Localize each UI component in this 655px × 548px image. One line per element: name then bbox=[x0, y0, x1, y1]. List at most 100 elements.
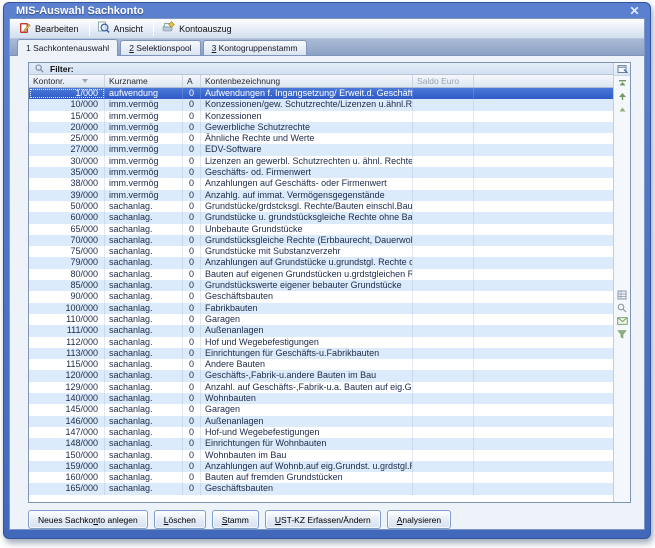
toolbar-button-bearbeiten[interactable]: Bearbeiten bbox=[14, 19, 86, 38]
footer-button-row: Neues Sachkonto anlegen Löschen Stamm US… bbox=[28, 510, 628, 529]
table-row[interactable]: 15/000imm.vermög0Konzessionen bbox=[29, 111, 613, 122]
cell-extra bbox=[474, 438, 613, 449]
cell-a: 0 bbox=[183, 370, 201, 381]
table-row[interactable]: 147/000sachanlag.0Hof-und Wegebefestigun… bbox=[29, 427, 613, 438]
table-row[interactable]: 39/000imm.vermög0Anzahlg. auf immat. Ver… bbox=[29, 190, 613, 201]
column-label: Kontenbezeichnung bbox=[205, 75, 280, 87]
table-row[interactable]: 113/000sachanlag.0Einrichtungen für Gesc… bbox=[29, 348, 613, 359]
cell-nr: 79/000 bbox=[29, 257, 105, 268]
master-data-button[interactable]: Stamm bbox=[212, 510, 259, 529]
mail-icon[interactable] bbox=[616, 315, 629, 326]
table-row[interactable]: 65/000sachanlag.0Unbebaute Grundstücke bbox=[29, 224, 613, 235]
new-account-button[interactable]: Neues Sachkonto anlegen bbox=[28, 510, 148, 529]
grid-icon[interactable] bbox=[616, 289, 629, 300]
column-header-kontonr[interactable]: Kontonr. bbox=[29, 75, 105, 87]
filter-icon[interactable] bbox=[616, 328, 629, 339]
table-row[interactable]: 129/000sachanlag.0Anzahl. auf Geschäfts-… bbox=[29, 382, 613, 393]
column-header-saldo-euro[interactable]: Saldo Euro bbox=[413, 75, 474, 87]
cell-nr: 10/000 bbox=[29, 99, 105, 110]
cell-saldo bbox=[413, 212, 474, 223]
cell-extra bbox=[474, 370, 613, 381]
vat-code-button[interactable]: UST-KZ Erfassen/Ändern bbox=[265, 510, 381, 529]
table-row[interactable]: 90/000sachanlag.0Geschäftsbauten bbox=[29, 291, 613, 302]
tab-label: Kontogruppenstamm bbox=[216, 43, 297, 53]
cell-kurzname: sachanlag. bbox=[105, 438, 183, 449]
table-row[interactable]: 35/000imm.vermög0Geschäfts- od. Firmenwe… bbox=[29, 167, 613, 178]
table-row[interactable]: 50/000sachanlag.0Grundstücke/grdstcksgl.… bbox=[29, 201, 613, 212]
close-icon[interactable] bbox=[627, 5, 641, 17]
column-label: Kontonr. bbox=[33, 75, 65, 87]
tab-selektionspool[interactable]: 2 Selektionspool bbox=[120, 40, 200, 55]
tab-kontogruppenstamm[interactable]: 3 Kontogruppenstamm bbox=[203, 40, 307, 55]
cell-a: 0 bbox=[183, 257, 201, 268]
table-row[interactable]: 27/000imm.vermög0EDV-Software bbox=[29, 144, 613, 155]
column-header-empty[interactable] bbox=[474, 75, 613, 87]
column-header-kurzname[interactable]: Kurzname bbox=[105, 75, 183, 87]
cell-a: 0 bbox=[183, 167, 201, 178]
cell-kurzname: sachanlag. bbox=[105, 370, 183, 381]
search-icon[interactable] bbox=[616, 302, 629, 313]
column-header-kontenbezeichnung[interactable]: Kontenbezeichnung bbox=[201, 75, 413, 87]
scrollbar-strip[interactable] bbox=[613, 63, 630, 502]
table-row[interactable]: 120/000sachanlag.0Geschäfts-,Fabrik-u.an… bbox=[29, 370, 613, 381]
cell-kurzname: imm.vermög bbox=[105, 111, 183, 122]
scroll-top-icon[interactable] bbox=[616, 78, 629, 89]
analyze-button[interactable]: Analysieren bbox=[387, 510, 451, 529]
cell-bezeichnung: Anzahlungen auf Geschäfts- oder Firmenwe… bbox=[201, 178, 413, 189]
table-row[interactable]: 150/000sachanlag.0Wohnbauten im Bau bbox=[29, 450, 613, 461]
cell-kurzname: sachanlag. bbox=[105, 212, 183, 223]
table-row[interactable]: 85/000sachanlag.0Grundstückswerte eigene… bbox=[29, 280, 613, 291]
scroll-up-icon[interactable] bbox=[616, 91, 629, 102]
table-row[interactable]: 140/000sachanlag.0Wohnbauten bbox=[29, 393, 613, 404]
table-row[interactable]: 80/000sachanlag.0Bauten auf eigenen Grun… bbox=[29, 269, 613, 280]
cell-extra bbox=[474, 382, 613, 393]
table-row[interactable]: 30/000imm.vermög0Lizenzen an gewerbl. Sc… bbox=[29, 156, 613, 167]
table-row[interactable]: 148/000sachanlag.0Einrichtungen für Wohn… bbox=[29, 438, 613, 449]
table-row[interactable]: 111/000sachanlag.0Außenanlagen bbox=[29, 325, 613, 336]
table-row[interactable]: 159/000sachanlag.0Anzahlungen auf Wohnb.… bbox=[29, 461, 613, 472]
cell-nr: 145/000 bbox=[29, 404, 105, 415]
table-row[interactable]: 112/000sachanlag.0Hof und Wegebefestigun… bbox=[29, 337, 613, 348]
title-bar[interactable]: MIS-Auswahl Sachkonto bbox=[9, 3, 645, 18]
cell-saldo bbox=[413, 122, 474, 133]
table-row[interactable]: 20/000imm.vermög0Gewerbliche Schutzrecht… bbox=[29, 122, 613, 133]
table-row[interactable]: 160/000sachanlag.0Bauten auf fremden Gru… bbox=[29, 472, 613, 483]
cell-nr: 100/000 bbox=[29, 303, 105, 314]
filter-row[interactable]: Filter: bbox=[29, 63, 613, 75]
cell-extra bbox=[474, 291, 613, 302]
toolbar-button-ansicht[interactable]: Ansicht bbox=[93, 19, 151, 38]
table-row[interactable]: 110/000sachanlag.0Garagen bbox=[29, 314, 613, 325]
cell-bezeichnung: Grundstückswerte eigener bebauter Grunds… bbox=[201, 280, 413, 291]
page-up-icon[interactable] bbox=[616, 104, 629, 115]
table-row[interactable]: 146/000sachanlag.0Außenanlagen bbox=[29, 416, 613, 427]
table-row[interactable]: 25/000imm.vermög0Ähnliche Rechte und Wer… bbox=[29, 133, 613, 144]
cell-kurzname: imm.vermög bbox=[105, 178, 183, 189]
column-chooser-icon[interactable] bbox=[614, 63, 630, 76]
cell-saldo bbox=[413, 427, 474, 438]
table-row[interactable]: 79/000sachanlag.0Anzahlungen auf Grundst… bbox=[29, 257, 613, 268]
cell-a: 0 bbox=[183, 438, 201, 449]
cell-saldo bbox=[413, 280, 474, 291]
cell-nr: 148/000 bbox=[29, 438, 105, 449]
table-row[interactable]: 115/000sachanlag.0Andere Bauten bbox=[29, 359, 613, 370]
table-row[interactable]: 60/000sachanlag.0Grundstücke u. grundstü… bbox=[29, 212, 613, 223]
table-row[interactable]: 165/000sachanlag.0Geschäftsbauten bbox=[29, 483, 613, 494]
table-row[interactable]: 70/000sachanlag.0Grundstücksgleiche Rech… bbox=[29, 235, 613, 246]
cell-nr: 140/000 bbox=[29, 393, 105, 404]
table-row[interactable]: 75/000sachanlag.0Grundstücke mit Substan… bbox=[29, 246, 613, 257]
cell-saldo bbox=[413, 156, 474, 167]
table-row[interactable]: 1/000aufwendung0Aufwendungen f. Ingangse… bbox=[29, 88, 613, 99]
cell-nr: 20/000 bbox=[29, 122, 105, 133]
delete-button[interactable]: Löschen bbox=[154, 510, 206, 529]
table-row[interactable]: 100/000sachanlag.0Fabrikbauten bbox=[29, 303, 613, 314]
cell-extra bbox=[474, 359, 613, 370]
table-row[interactable]: 38/000imm.vermög0Anzahlungen auf Geschäf… bbox=[29, 178, 613, 189]
table-row[interactable]: 10/000imm.vermög0Konzessionen/gew. Schut… bbox=[29, 99, 613, 110]
tab-sachkontenauswahl[interactable]: 1 Sachkontenauswahl bbox=[17, 39, 118, 56]
toolbar-button-kontoauszug[interactable]: Kontoauszug bbox=[157, 19, 239, 38]
column-header-a[interactable]: A bbox=[183, 75, 201, 87]
cell-nr: 150/000 bbox=[29, 450, 105, 461]
cell-nr: 50/000 bbox=[29, 201, 105, 212]
table-row[interactable]: 145/000sachanlag.0Garagen bbox=[29, 404, 613, 415]
cell-bezeichnung: Wohnbauten im Bau bbox=[201, 450, 413, 461]
